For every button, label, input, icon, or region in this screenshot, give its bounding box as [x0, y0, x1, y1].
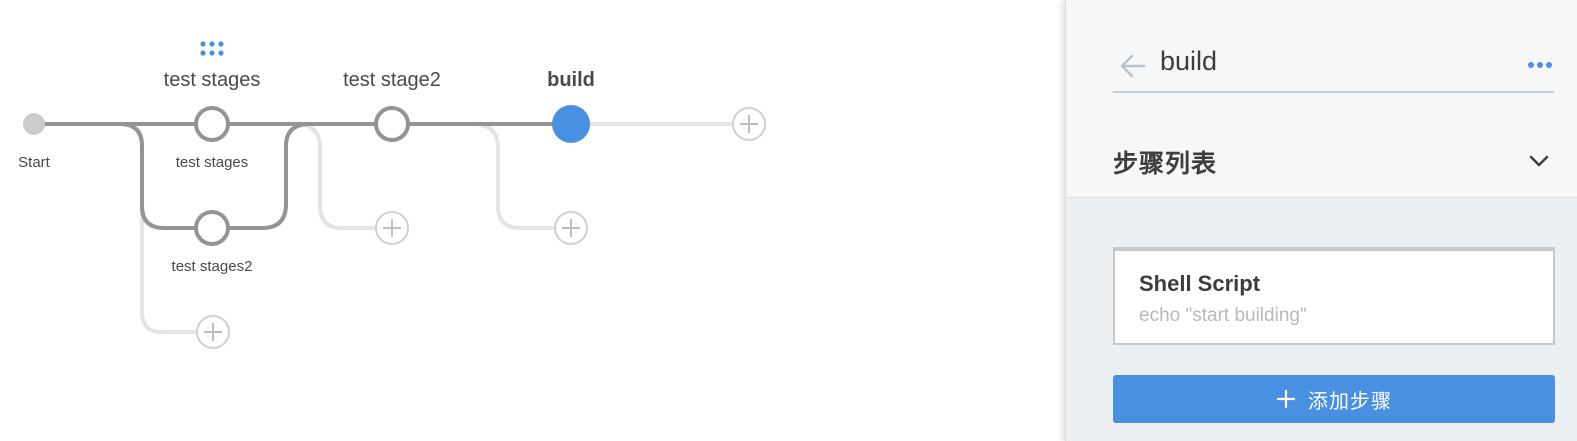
plus-icon: [1276, 389, 1296, 409]
connector-add-branch-build: [470, 122, 554, 230]
connector-branch-in: [118, 122, 196, 230]
connector-add-branch-stage2: [294, 122, 376, 230]
connector-branch-out: [228, 122, 312, 230]
stage-header-build[interactable]: build: [547, 69, 595, 91]
stage-name-input[interactable]: build: [1160, 46, 1217, 77]
panel-header: build 步骤列表: [1066, 0, 1577, 198]
stage-node-build[interactable]: [552, 105, 590, 143]
add-branch-test-stage2-button[interactable]: [375, 211, 409, 245]
add-step-button[interactable]: 添加步骤: [1113, 375, 1555, 423]
steps-collapse-toggle[interactable]: [1526, 148, 1552, 174]
more-dots-icon: [1528, 62, 1552, 68]
arrow-left-icon: [1120, 54, 1146, 78]
step-description: echo "start building": [1139, 305, 1307, 326]
step-title: Shell Script: [1139, 271, 1261, 296]
start-node: [23, 113, 45, 135]
back-button[interactable]: [1114, 48, 1150, 84]
chevron-down-icon: [1529, 155, 1549, 167]
stage-header-test-stages[interactable]: test stages: [164, 69, 261, 91]
branch-label-test-stages: test stages: [176, 154, 249, 171]
pipeline-canvas: test stages test stage2 build Start test…: [0, 0, 1065, 441]
stage-name-underline: [1113, 91, 1554, 93]
add-branch-test-stages-button[interactable]: [196, 315, 230, 349]
stage-config-panel: build 步骤列表 Shell Script echo "start buil…: [1065, 0, 1577, 441]
branch-label-test-stages2: test stages2: [172, 258, 253, 275]
pipeline-graph: test stages test stage2 build Start test…: [18, 41, 766, 349]
add-stage-button[interactable]: [732, 107, 766, 141]
steps-heading: 步骤列表: [1113, 150, 1218, 178]
stage-node-test-stages2[interactable]: [194, 210, 230, 246]
stage-node-test-stages[interactable]: [194, 106, 230, 142]
stage-node-test-stage2[interactable]: [374, 106, 410, 142]
start-label: Start: [18, 154, 51, 171]
more-options-button[interactable]: [1526, 58, 1554, 72]
step-card-shell-script[interactable]: Shell Script echo "start building": [1113, 247, 1555, 345]
add-branch-build-button[interactable]: [554, 211, 588, 245]
drag-handle-icon[interactable]: [200, 41, 224, 56]
stage-header-test-stage2[interactable]: test stage2: [343, 69, 441, 91]
add-step-label: 添加步骤: [1308, 390, 1392, 413]
